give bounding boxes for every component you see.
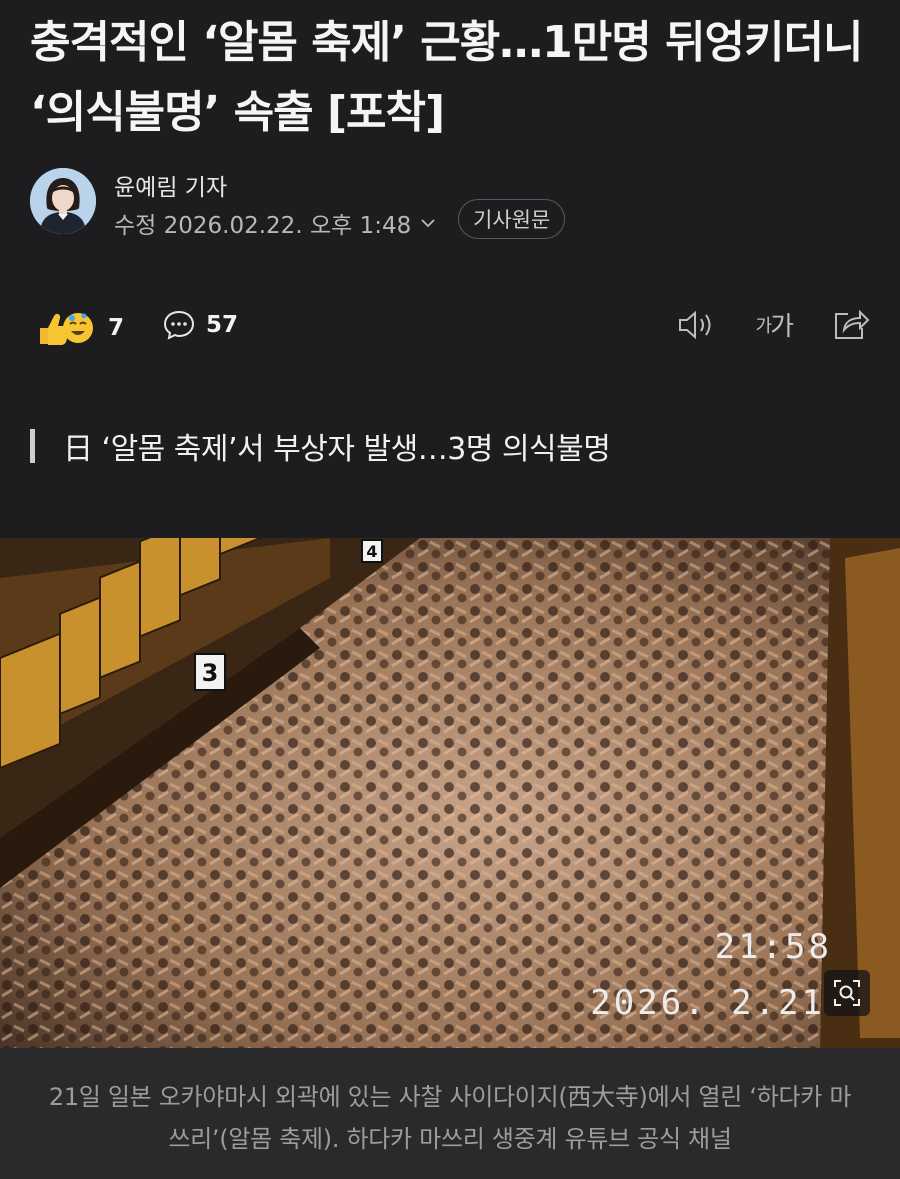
reaction-count: 7 bbox=[108, 315, 125, 341]
reaction-button[interactable]: 7 bbox=[34, 308, 124, 348]
article-subheading: 日 ‘알몸 축제’서 부상자 발생…3명 의식불명 bbox=[30, 418, 611, 474]
share-icon bbox=[835, 309, 870, 339]
comment-icon bbox=[163, 310, 195, 340]
timestamp-text: 수정 2026.02.22. 오후 1:48 bbox=[114, 213, 412, 239]
author-name[interactable]: 윤예림 기자 bbox=[114, 168, 227, 202]
author-avatar[interactable] bbox=[30, 168, 96, 234]
speaker-icon bbox=[678, 310, 711, 339]
subheading-bar bbox=[30, 429, 35, 463]
sign-number-3: 3 bbox=[202, 659, 219, 687]
like-emoji-icon bbox=[40, 313, 93, 345]
article-headline: 충격적인 ‘알몸 축제’ 근황…1만명 뒤엉키더니 ‘의식불명’ 속출 [포착] bbox=[30, 17, 863, 138]
photo-date: 2026. 2.21 bbox=[590, 983, 825, 1023]
byline: 윤예림 기자 수정 2026.02.22. 오후 1:48 기사원문 bbox=[30, 166, 870, 239]
action-bar: 7 57 가가 bbox=[30, 300, 870, 356]
zoom-button[interactable] bbox=[824, 970, 870, 1016]
share-button[interactable] bbox=[832, 308, 870, 342]
font-size-small-label: 가 bbox=[755, 315, 773, 337]
article-photo[interactable]: 3 4 21:58 2026. 2.21 bbox=[0, 538, 900, 1048]
sign-number-4: 4 bbox=[366, 542, 377, 561]
photo-caption: 21일 일본 오카야마시 외곽에 있는 사찰 사이다이지(西大寺)에서 열린 ‘… bbox=[0, 1048, 900, 1179]
chevron-down-icon[interactable] bbox=[419, 214, 437, 232]
comment-count: 57 bbox=[206, 312, 239, 338]
timestamp[interactable]: 수정 2026.02.22. 오후 1:48 bbox=[114, 206, 437, 240]
tts-button[interactable] bbox=[676, 309, 716, 341]
photo-time: 21:58 bbox=[715, 927, 832, 967]
article-tools: 가가 bbox=[636, 306, 870, 343]
original-article-button[interactable]: 기사원문 bbox=[458, 199, 566, 239]
comment-button[interactable]: 57 bbox=[162, 308, 238, 342]
subheading-text: 日 ‘알몸 축제’서 부상자 발생…3명 의식불명 bbox=[63, 432, 611, 467]
font-size-large-label: 가 bbox=[770, 312, 794, 342]
font-size-button[interactable]: 가가 bbox=[755, 306, 794, 343]
zoom-icon bbox=[834, 980, 860, 1006]
